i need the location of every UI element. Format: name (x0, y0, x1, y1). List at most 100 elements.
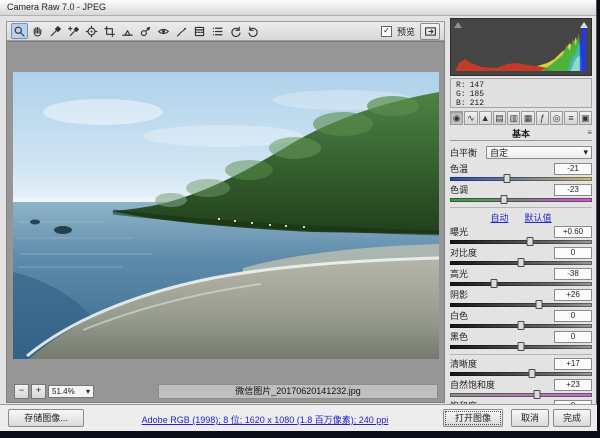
r-value: 147 (470, 81, 484, 90)
clarity-value[interactable]: +17 (554, 358, 592, 370)
vibrance-value[interactable]: +23 (554, 379, 592, 391)
clarity-slider-row: 清晰度+17 (450, 359, 592, 376)
targeted-adjustment-tool[interactable] (83, 23, 100, 39)
tint-slider[interactable] (450, 198, 592, 202)
preview-status-row: − + 51.4% ▾ 微信图片_20170620141232.jpg (12, 383, 440, 399)
exposure-label: 曝光 (450, 225, 468, 238)
tab-effects[interactable]: ƒ (536, 111, 549, 125)
shadows-thumb[interactable] (536, 300, 543, 309)
highlight-clipping-indicator[interactable] (580, 22, 588, 28)
cancel-button[interactable]: 取消 (511, 409, 549, 427)
open-image-button[interactable]: 打开图像 (443, 409, 503, 427)
adjustments-panel: R:147 G:185 B:212 ◉∿▲▤▥▦ƒ◎≡▣ 基本 ≡ 白平衡 自定… (450, 18, 592, 418)
histogram[interactable] (450, 18, 592, 76)
divider (450, 354, 592, 355)
shadows-slider-row: 阴影+26 (450, 290, 592, 307)
chevron-down-icon: ▾ (583, 147, 588, 158)
temperature-slider[interactable] (450, 177, 592, 181)
panel-title: 基本 (512, 129, 530, 139)
tone-sliders: 曝光+0.60对比度0高光-38阴影+26白色0黑色0 (450, 227, 592, 349)
adjustment-brush-tool[interactable] (173, 23, 190, 39)
vibrance-slider-row: 自然饱和度+23 (450, 380, 592, 397)
contrast-value[interactable]: 0 (554, 247, 592, 259)
save-image-button[interactable]: 存储图像... (8, 409, 84, 427)
exposure-slider[interactable] (450, 240, 592, 244)
tab-snapshots[interactable]: ▣ (579, 111, 592, 125)
rotate-right-button[interactable] (245, 23, 262, 39)
contrast-thumb[interactable] (518, 258, 525, 267)
straighten-tool[interactable] (119, 23, 136, 39)
tab-hsl-grayscale[interactable]: ▤ (493, 111, 506, 125)
shadows-slider[interactable] (450, 303, 592, 307)
exposure-value[interactable]: +0.60 (554, 226, 592, 238)
tint-value[interactable]: -23 (554, 184, 592, 196)
tab-basic[interactable]: ◉ (450, 111, 463, 125)
spot-removal-tool[interactable] (137, 23, 154, 39)
rotate-left-button[interactable] (227, 23, 244, 39)
blacks-slider-row: 黑色0 (450, 332, 592, 349)
whites-slider[interactable] (450, 324, 592, 328)
zoom-tool[interactable] (11, 23, 28, 39)
highlights-value[interactable]: -38 (554, 268, 592, 280)
whites-value[interactable]: 0 (554, 310, 592, 322)
color-sampler-tool[interactable] (65, 23, 82, 39)
temperature-thumb[interactable] (503, 174, 510, 183)
default-link[interactable]: 默认值 (525, 211, 552, 223)
preview-checkbox[interactable]: ✓ (381, 26, 392, 37)
photo-preview[interactable] (13, 72, 439, 359)
vibrance-thumb[interactable] (533, 390, 540, 399)
contrast-slider[interactable] (450, 261, 592, 265)
histogram-plot (451, 19, 591, 75)
filename-label: 微信图片_20170620141232.jpg (158, 384, 438, 399)
highlights-thumb[interactable] (491, 279, 498, 288)
tab-split-toning[interactable]: ▥ (507, 111, 520, 125)
tint-slider-row: 色调 -23 (450, 185, 592, 202)
whites-thumb[interactable] (518, 321, 525, 330)
panel-menu-button[interactable]: ≡ (587, 128, 592, 137)
exposure-thumb[interactable] (526, 237, 533, 246)
chevron-down-icon: ▾ (86, 387, 90, 396)
auto-link[interactable]: 自动 (490, 211, 508, 223)
tab-presets[interactable]: ≡ (564, 111, 577, 125)
panel-tabs: ◉∿▲▤▥▦ƒ◎≡▣ (450, 111, 592, 125)
divider (450, 207, 592, 208)
whites-label: 白色 (450, 309, 468, 322)
red-eye-tool[interactable] (155, 23, 172, 39)
done-button[interactable]: 完成 (553, 409, 591, 427)
white-balance-tool[interactable] (47, 23, 64, 39)
image-info-link[interactable]: Adobe RGB (1998); 8 位; 1620 x 1080 (1.8 … (90, 413, 440, 426)
highlights-slider[interactable] (450, 282, 592, 286)
temperature-label: 色温 (450, 162, 468, 175)
crop-tool[interactable] (101, 23, 118, 39)
tab-camera-calibration[interactable]: ◎ (550, 111, 563, 125)
temperature-value[interactable]: -21 (554, 163, 592, 175)
preview-area: − + 51.4% ▾ 微信图片_20170620141232.jpg (6, 41, 445, 403)
zoom-out-button[interactable]: − (14, 384, 29, 399)
tab-lens-corrections[interactable]: ▦ (521, 111, 534, 125)
r-label: R: (456, 81, 466, 90)
tint-thumb[interactable] (500, 195, 507, 204)
tab-detail[interactable]: ▲ (479, 111, 492, 125)
blacks-thumb[interactable] (518, 342, 525, 351)
tint-label: 色调 (450, 183, 468, 196)
preferences-button[interactable] (209, 23, 226, 39)
white-balance-label: 白平衡 (450, 146, 486, 159)
shadow-clipping-indicator[interactable] (454, 22, 462, 28)
vibrance-slider[interactable] (450, 393, 592, 397)
blacks-value[interactable]: 0 (554, 331, 592, 343)
toolbar-tools (11, 23, 262, 39)
graduated-filter-tool[interactable] (191, 23, 208, 39)
clarity-slider[interactable] (450, 372, 592, 376)
zoom-in-button[interactable]: + (31, 384, 46, 399)
tab-tone-curve[interactable]: ∿ (464, 111, 477, 125)
hand-tool[interactable] (29, 23, 46, 39)
blacks-slider[interactable] (450, 345, 592, 349)
temperature-slider-row: 色温 -21 (450, 164, 592, 181)
fullscreen-toggle-button[interactable] (420, 23, 440, 40)
clarity-thumb[interactable] (529, 369, 536, 378)
shadows-value[interactable]: +26 (554, 289, 592, 301)
contrast-slider-row: 对比度0 (450, 248, 592, 265)
white-balance-select[interactable]: 自定 ▾ (486, 146, 592, 159)
exposure-slider-row: 曝光 +0.60 (450, 227, 592, 244)
zoom-level-select[interactable]: 51.4% ▾ (48, 385, 94, 398)
